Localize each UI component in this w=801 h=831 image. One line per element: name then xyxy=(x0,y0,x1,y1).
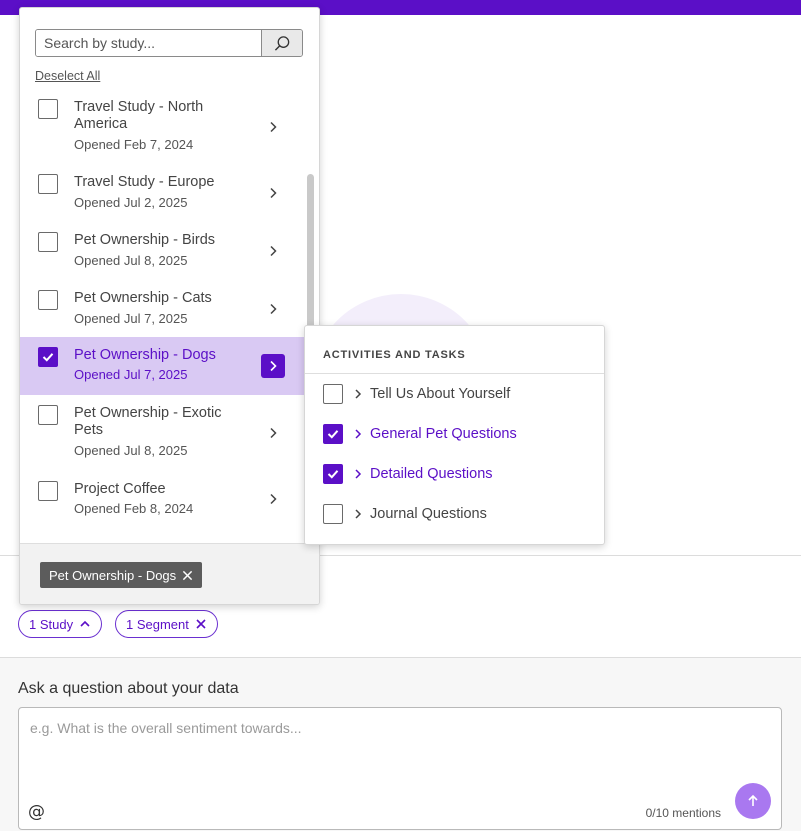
study-checkbox-checked[interactable] xyxy=(38,347,58,367)
activities-header: ACTIVITIES AND TASKS xyxy=(323,349,466,361)
study-title: Pet Ownership - Cats xyxy=(74,290,212,306)
chevron-right-icon[interactable] xyxy=(261,354,285,378)
mention-icon[interactable]: @ xyxy=(28,802,45,822)
study-opened-date: Opened Feb 8, 2024 xyxy=(74,501,194,516)
activity-item-journal[interactable]: Journal Questions xyxy=(305,494,604,534)
activity-checkbox-checked[interactable] xyxy=(323,464,343,484)
selected-studies-footer: Pet Ownership - Dogs xyxy=(20,543,319,604)
study-opened-date: Opened Jul 8, 2025 xyxy=(74,443,188,458)
activity-checkbox[interactable] xyxy=(323,384,343,404)
study-item-pet-dogs[interactable]: Pet Ownership - Dogs Opened Jul 7, 2025 xyxy=(20,337,319,395)
chevron-right-icon[interactable] xyxy=(353,506,365,522)
checkmark-icon xyxy=(327,470,339,479)
checkmark-icon xyxy=(42,353,54,362)
study-item-pet-exotic[interactable]: Pet Ownership - Exotic Pets Opened Jul 8… xyxy=(20,395,319,471)
study-title: Pet Ownership - Dogs xyxy=(74,347,216,363)
selected-study-tag[interactable]: Pet Ownership - Dogs xyxy=(40,562,203,588)
study-checkbox[interactable] xyxy=(38,232,58,252)
activity-label: Tell Us About Yourself xyxy=(370,386,511,402)
chevron-right-icon[interactable] xyxy=(263,183,283,203)
chevron-up-icon xyxy=(80,620,90,627)
close-icon[interactable] xyxy=(195,618,207,630)
study-item-project-coffee[interactable]: Project Coffee Opened Feb 8, 2024 xyxy=(20,471,319,531)
chevron-right-icon[interactable] xyxy=(263,117,283,137)
study-opened-date: Opened Jul 8, 2025 xyxy=(74,253,188,268)
activity-label: General Pet Questions xyxy=(370,426,517,442)
study-item-travel-europe[interactable]: Travel Study - Europe Opened Jul 2, 2025 xyxy=(20,166,319,224)
study-dropdown: Deselect All Travel Study - North Americ… xyxy=(19,7,320,605)
checkmark-icon xyxy=(327,430,339,439)
study-checkbox[interactable] xyxy=(38,99,58,119)
ask-question-label: Ask a question about your data xyxy=(18,680,239,697)
study-opened-date: Opened Feb 7, 2024 xyxy=(74,137,194,152)
activity-item-detailed[interactable]: Detailed Questions xyxy=(305,454,604,494)
study-search-input[interactable] xyxy=(36,30,261,56)
study-title: Travel Study - North America xyxy=(74,99,204,132)
activity-item-tell-us[interactable]: Tell Us About Yourself xyxy=(305,374,604,414)
question-placeholder: e.g. What is the overall sentiment towar… xyxy=(30,720,302,736)
study-title: Pet Ownership - Birds xyxy=(74,232,216,248)
selected-study-tag-label: Pet Ownership - Dogs xyxy=(49,567,177,583)
activity-checkbox[interactable] xyxy=(323,504,343,524)
mentions-counter: 0/10 mentions xyxy=(645,806,721,820)
chevron-right-icon[interactable] xyxy=(353,386,365,402)
study-title: Travel Study - Europe xyxy=(74,174,215,190)
segment-chip-label: 1 Segment xyxy=(126,616,189,632)
study-checkbox[interactable] xyxy=(38,481,58,501)
deselect-all-link[interactable]: Deselect All xyxy=(35,69,100,83)
study-item-pet-cats[interactable]: Pet Ownership - Cats Opened Jul 7, 2025 xyxy=(20,282,319,337)
study-filter-chip[interactable]: 1 Study xyxy=(18,610,103,638)
study-title: Project Coffee xyxy=(74,481,166,497)
study-chip-label: 1 Study xyxy=(29,616,74,632)
chevron-right-icon[interactable] xyxy=(263,489,283,509)
send-button[interactable] xyxy=(735,783,771,819)
study-opened-date: Opened Jul 2, 2025 xyxy=(74,195,188,210)
scrollbar-thumb[interactable] xyxy=(307,174,314,334)
chevron-right-icon[interactable] xyxy=(263,423,283,443)
activities-submenu: ACTIVITIES AND TASKS Tell Us About Yours… xyxy=(304,325,605,545)
study-item-travel-north-america[interactable]: Travel Study - North America Opened Feb … xyxy=(20,91,319,166)
segment-filter-chip[interactable]: 1 Segment xyxy=(115,610,218,638)
activity-item-general-pet[interactable]: General Pet Questions xyxy=(305,414,604,454)
search-button[interactable] xyxy=(261,30,302,56)
chevron-right-icon[interactable] xyxy=(263,241,283,261)
study-checkbox[interactable] xyxy=(38,405,58,425)
study-checkbox[interactable] xyxy=(38,174,58,194)
study-title: Pet Ownership - Exotic Pets xyxy=(74,405,222,438)
study-item-pet-birds[interactable]: Pet Ownership - Birds Opened Jul 8, 2025 xyxy=(20,224,319,282)
activity-checkbox-checked[interactable] xyxy=(323,424,343,444)
arrow-up-icon xyxy=(748,794,758,806)
study-opened-date: Opened Jul 7, 2025 xyxy=(74,367,188,382)
search-icon xyxy=(274,35,289,51)
study-checkbox[interactable] xyxy=(38,290,58,310)
activity-label: Detailed Questions xyxy=(370,466,493,482)
question-input[interactable]: e.g. What is the overall sentiment towar… xyxy=(18,707,782,830)
study-search xyxy=(35,29,303,57)
activity-label: Journal Questions xyxy=(370,506,487,522)
close-icon[interactable] xyxy=(182,570,193,581)
study-opened-date: Opened Jul 7, 2025 xyxy=(74,311,188,326)
chevron-right-icon[interactable] xyxy=(263,299,283,319)
chevron-right-icon[interactable] xyxy=(353,466,365,482)
chevron-right-icon[interactable] xyxy=(353,426,365,442)
